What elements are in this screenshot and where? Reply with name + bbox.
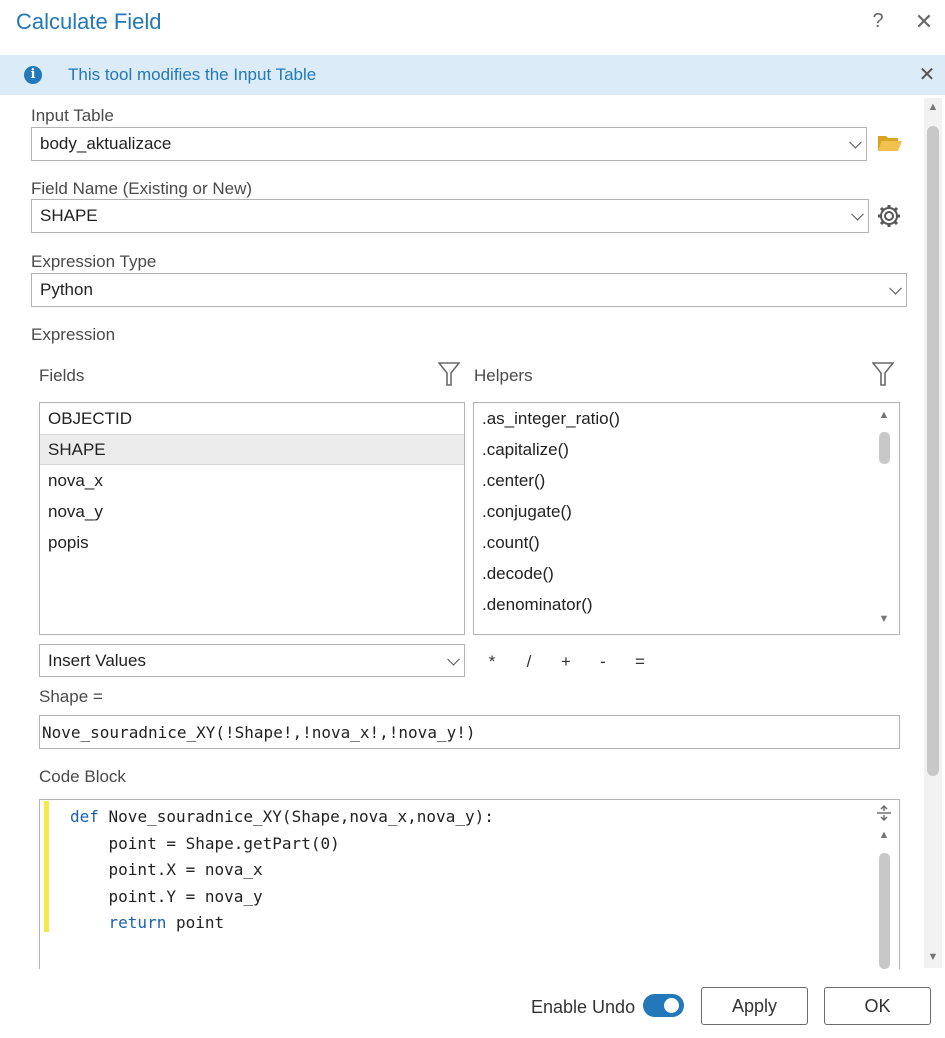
ok-button[interactable]: OK [824, 987, 931, 1025]
list-item[interactable]: .center() [474, 465, 899, 496]
list-item[interactable]: .capitalize() [474, 434, 899, 465]
apply-button[interactable]: Apply [701, 987, 808, 1025]
close-button[interactable]: ✕ [910, 9, 938, 35]
helpers-scroll-down-icon[interactable]: ▼ [877, 612, 891, 626]
fields-list[interactable]: OBJECTID SHAPE nova_x nova_y popis [39, 402, 465, 635]
operator-divide-button[interactable]: / [518, 652, 540, 672]
code-line: return point [108, 913, 225, 932]
helpers-scroll-up-icon[interactable]: ▲ [877, 408, 891, 422]
input-table-label: Input Table [31, 106, 114, 125]
expression-type-select[interactable]: Python [31, 273, 907, 307]
list-item[interactable]: nova_y [40, 496, 464, 527]
resize-splitter-icon[interactable] [874, 803, 894, 823]
list-item[interactable]: popis [40, 527, 464, 558]
operator-plus-button[interactable]: + [555, 652, 577, 672]
banner-close-button[interactable]: ✕ [914, 62, 940, 87]
helpers-label: Helpers [474, 366, 533, 385]
fields-filter-icon[interactable] [437, 361, 461, 392]
input-table-value: body_aktualizace [40, 134, 172, 153]
toggle-knob [664, 998, 679, 1013]
code-line: def Nove_souradnice_XY(Shape,nova_x,nova… [70, 807, 494, 826]
code-line: point = Shape.getPart(0) [108, 833, 340, 853]
gear-icon[interactable] [876, 203, 902, 234]
field-name-value: SHAPE [40, 206, 98, 225]
list-item[interactable]: .decode() [474, 558, 899, 589]
helpers-filter-icon[interactable] [871, 361, 895, 392]
code-line: point.X = nova_x [108, 860, 263, 879]
expression-type-label: Expression Type [31, 252, 157, 271]
chevron-down-icon [889, 281, 902, 295]
expression-value: Nove_souradnice_XY(!Shape!,!nova_x!,!nov… [42, 722, 476, 742]
helpers-scrollbar-thumb[interactable] [879, 432, 890, 464]
chevron-down-icon [447, 652, 460, 666]
code-block-label: Code Block [39, 767, 126, 786]
scroll-down-icon[interactable]: ▼ [926, 950, 940, 964]
field-name-label: Field Name (Existing or New) [31, 179, 253, 198]
list-item[interactable]: nova_x [40, 465, 464, 496]
list-item-selected[interactable]: SHAPE [40, 434, 464, 465]
list-item[interactable]: .count() [474, 527, 899, 558]
code-change-marker [44, 801, 49, 932]
chevron-down-icon [849, 135, 862, 149]
operator-minus-button[interactable]: - [592, 652, 614, 672]
expression-type-value: Python [40, 280, 93, 299]
expression-target-label: Shape = [39, 687, 103, 706]
insert-values-value: Insert Values [48, 650, 146, 670]
dialog-scrollbar-thumb[interactable] [927, 126, 939, 776]
list-item[interactable]: .as_integer_ratio() [474, 403, 899, 434]
operator-multiply-button[interactable]: * [481, 652, 503, 672]
help-button[interactable]: ? [866, 10, 890, 33]
banner-message: This tool modifies the Input Table [68, 65, 317, 84]
scroll-up-icon[interactable]: ▲ [926, 100, 940, 114]
list-item[interactable]: .conjugate() [474, 496, 899, 527]
code-lines[interactable]: def Nove_souradnice_XY(Shape,nova_x,nova… [70, 804, 494, 937]
info-icon: i [24, 66, 42, 84]
enable-undo-label: Enable Undo [531, 997, 636, 1017]
input-table-select[interactable]: body_aktualizace [31, 127, 867, 161]
dialog-title: Calculate Field [16, 9, 162, 34]
helpers-list[interactable]: .as_integer_ratio() .capitalize() .cente… [473, 402, 900, 635]
field-name-select[interactable]: SHAPE [31, 199, 869, 233]
code-scroll-up-icon[interactable]: ▲ [877, 828, 891, 842]
code-scrollbar-thumb[interactable] [879, 853, 890, 969]
code-line: point.Y = nova_y [108, 886, 263, 906]
folder-open-icon[interactable] [877, 133, 903, 158]
operator-equals-button[interactable]: = [629, 652, 651, 672]
fields-label: Fields [39, 366, 85, 385]
list-item[interactable]: OBJECTID [40, 403, 464, 434]
expression-input[interactable]: Nove_souradnice_XY(!Shape!,!nova_x!,!nov… [39, 715, 900, 749]
expression-label: Expression [31, 325, 116, 344]
list-item[interactable]: .denominator() [474, 589, 899, 620]
insert-values-select[interactable]: Insert Values [39, 644, 465, 677]
chevron-down-icon [851, 207, 864, 221]
